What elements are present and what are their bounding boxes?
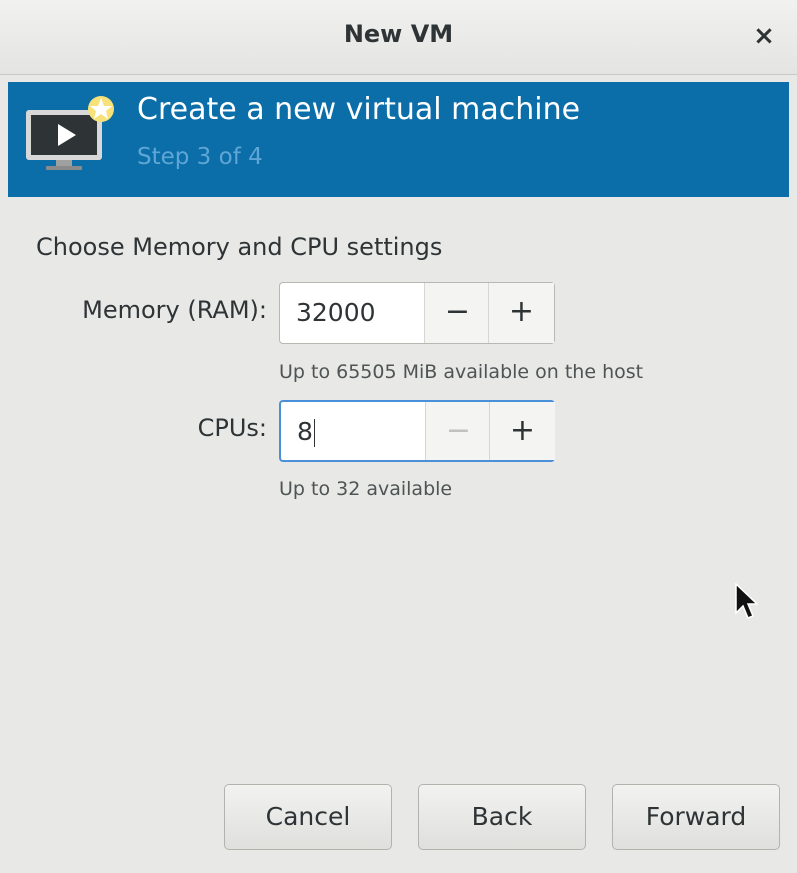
cpus-spinbox: 8 − + <box>279 400 555 462</box>
cpus-hint: Up to 32 available <box>279 478 453 500</box>
text-caret <box>313 419 315 447</box>
memory-value: 32000 <box>296 298 376 327</box>
cpus-decrement-button[interactable]: − <box>425 402 491 460</box>
memory-decrement-button[interactable]: − <box>424 283 490 343</box>
cancel-button[interactable]: Cancel <box>224 784 392 850</box>
new-vm-dialog: New VM × Create a new virtual machine St… <box>0 0 797 873</box>
banner-heading: Create a new virtual machine <box>137 92 581 127</box>
title-bar: New VM × <box>0 0 797 75</box>
memory-label: Memory (RAM): <box>82 296 267 324</box>
cpus-value: 8 <box>297 417 313 446</box>
memory-input[interactable]: 32000 <box>296 283 376 343</box>
cpus-label: CPUs: <box>197 414 267 442</box>
close-button[interactable]: × <box>749 20 779 52</box>
memory-hint: Up to 65505 MiB available on the host <box>279 361 644 383</box>
window-title: New VM <box>343 20 454 48</box>
memory-spinbox: 32000 − + <box>279 282 555 344</box>
wizard-banner: Create a new virtual machine Step 3 of 4 <box>8 82 789 197</box>
cpus-increment-button[interactable]: + <box>489 402 555 460</box>
step-indicator: Step 3 of 4 <box>137 144 263 170</box>
cpus-input[interactable]: 8 <box>297 402 315 460</box>
vm-monitor-new-icon <box>26 96 114 170</box>
memory-increment-button[interactable]: + <box>488 283 554 343</box>
section-title: Choose Memory and CPU settings <box>36 233 443 261</box>
mouse-pointer-icon <box>735 583 758 619</box>
forward-button[interactable]: Forward <box>612 784 780 850</box>
back-button[interactable]: Back <box>418 784 586 850</box>
